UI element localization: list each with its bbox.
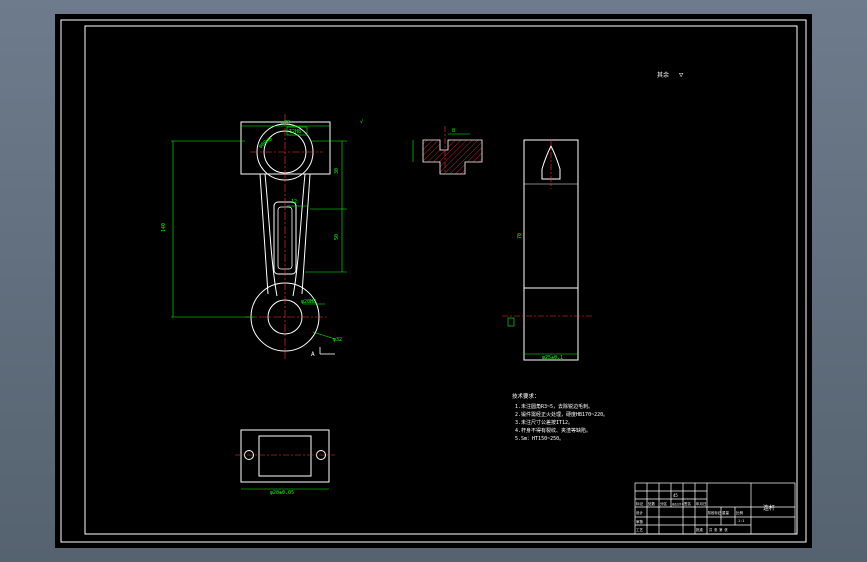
dim-small-end: φ32 bbox=[333, 337, 342, 343]
tb-stage: 阶段标记 bbox=[708, 510, 722, 515]
tb-weight: 重量 bbox=[722, 510, 730, 515]
dim-section-height: 8 bbox=[452, 128, 455, 134]
tb-label-zone: 分区 bbox=[660, 501, 668, 506]
note-line: 4.杆身不得有裂纹、夹渣等缺陷。 bbox=[515, 427, 591, 434]
tb-sheet: 共 张 第 张 bbox=[709, 527, 728, 532]
datum-marker-icon bbox=[507, 317, 515, 327]
side-view: φ25±0.1 70 bbox=[502, 139, 593, 361]
dim-small-bore: φ20H8 bbox=[301, 299, 316, 305]
tb-label-date: 年月日 bbox=[696, 501, 707, 506]
dim-big-bore: φ60H8 bbox=[258, 136, 274, 150]
tb-scale-value: 1:1 bbox=[738, 519, 744, 523]
dim-web-length: 50 bbox=[334, 234, 340, 240]
dim-section-width: 12 bbox=[291, 199, 297, 205]
tb-material: 45 bbox=[673, 493, 678, 498]
roughness-symbol-icon: ▽ bbox=[679, 71, 684, 79]
inner-frame bbox=[84, 25, 798, 535]
tb-role-review: 审核 bbox=[636, 519, 644, 524]
section-view: 8 bbox=[412, 126, 483, 175]
technical-notes: 技术要求： 1.未注圆角R3~5，去除锐边毛刺。 2.锻件需经正火处理，硬度HB… bbox=[512, 392, 608, 442]
tb-label-count: 处数 bbox=[648, 501, 656, 506]
note-line: 5.Sm：HT150~250。 bbox=[515, 436, 564, 442]
roughness-label: 其余 bbox=[657, 71, 669, 79]
section-marker-label: A bbox=[311, 351, 315, 358]
dimensions-front-view: 140 φ70 12H8 φ60H8 30 50 φ20H8 φ32 12 A … bbox=[161, 119, 363, 358]
bottom-view: φ20±0.05 bbox=[235, 429, 335, 496]
dim-overall-length: 140 bbox=[161, 223, 167, 232]
tb-ratio: 比例 bbox=[736, 510, 744, 515]
roughness-mark-icon: √ bbox=[360, 119, 363, 125]
dim-boss-tolerance: 12H8 bbox=[289, 129, 301, 135]
tb-role-process: 工艺 bbox=[636, 527, 644, 532]
tb-label-sign: 签名 bbox=[684, 501, 691, 506]
dim-top-width: φ70 bbox=[281, 120, 290, 126]
notes-title: 技术要求： bbox=[512, 392, 540, 400]
dim-bottom-width: φ20±0.05 bbox=[270, 490, 294, 496]
tb-part-name: 连杆 bbox=[763, 504, 775, 512]
tb-label-change: 更改文件号 bbox=[672, 502, 685, 506]
drawing-canvas[interactable]: 其余 ▽ 140 φ70 12H8 φ60H8 30 50 φ20H8 φ32 … bbox=[55, 14, 812, 548]
tb-role-approve: 批准 bbox=[696, 527, 704, 532]
dim-upper-offset: 30 bbox=[334, 168, 340, 174]
note-line: 2.锻件需经正火处理，硬度HB170~220。 bbox=[515, 411, 608, 418]
tb-role-design: 设计 bbox=[636, 510, 644, 515]
tb-label-mark: 标记 bbox=[636, 501, 644, 506]
connecting-rod-front-view bbox=[240, 114, 331, 359]
cad-drawing: 其余 ▽ 140 φ70 12H8 φ60H8 30 50 φ20H8 φ32 … bbox=[60, 19, 807, 543]
dim-side-width: φ25±0.1 bbox=[542, 355, 563, 361]
note-line: 3.未注尺寸公差按IT12。 bbox=[515, 419, 573, 426]
note-line: 1.未注圆角R3~5，去除锐边毛刺。 bbox=[515, 403, 593, 410]
dim-side-length: 70 bbox=[517, 233, 523, 239]
